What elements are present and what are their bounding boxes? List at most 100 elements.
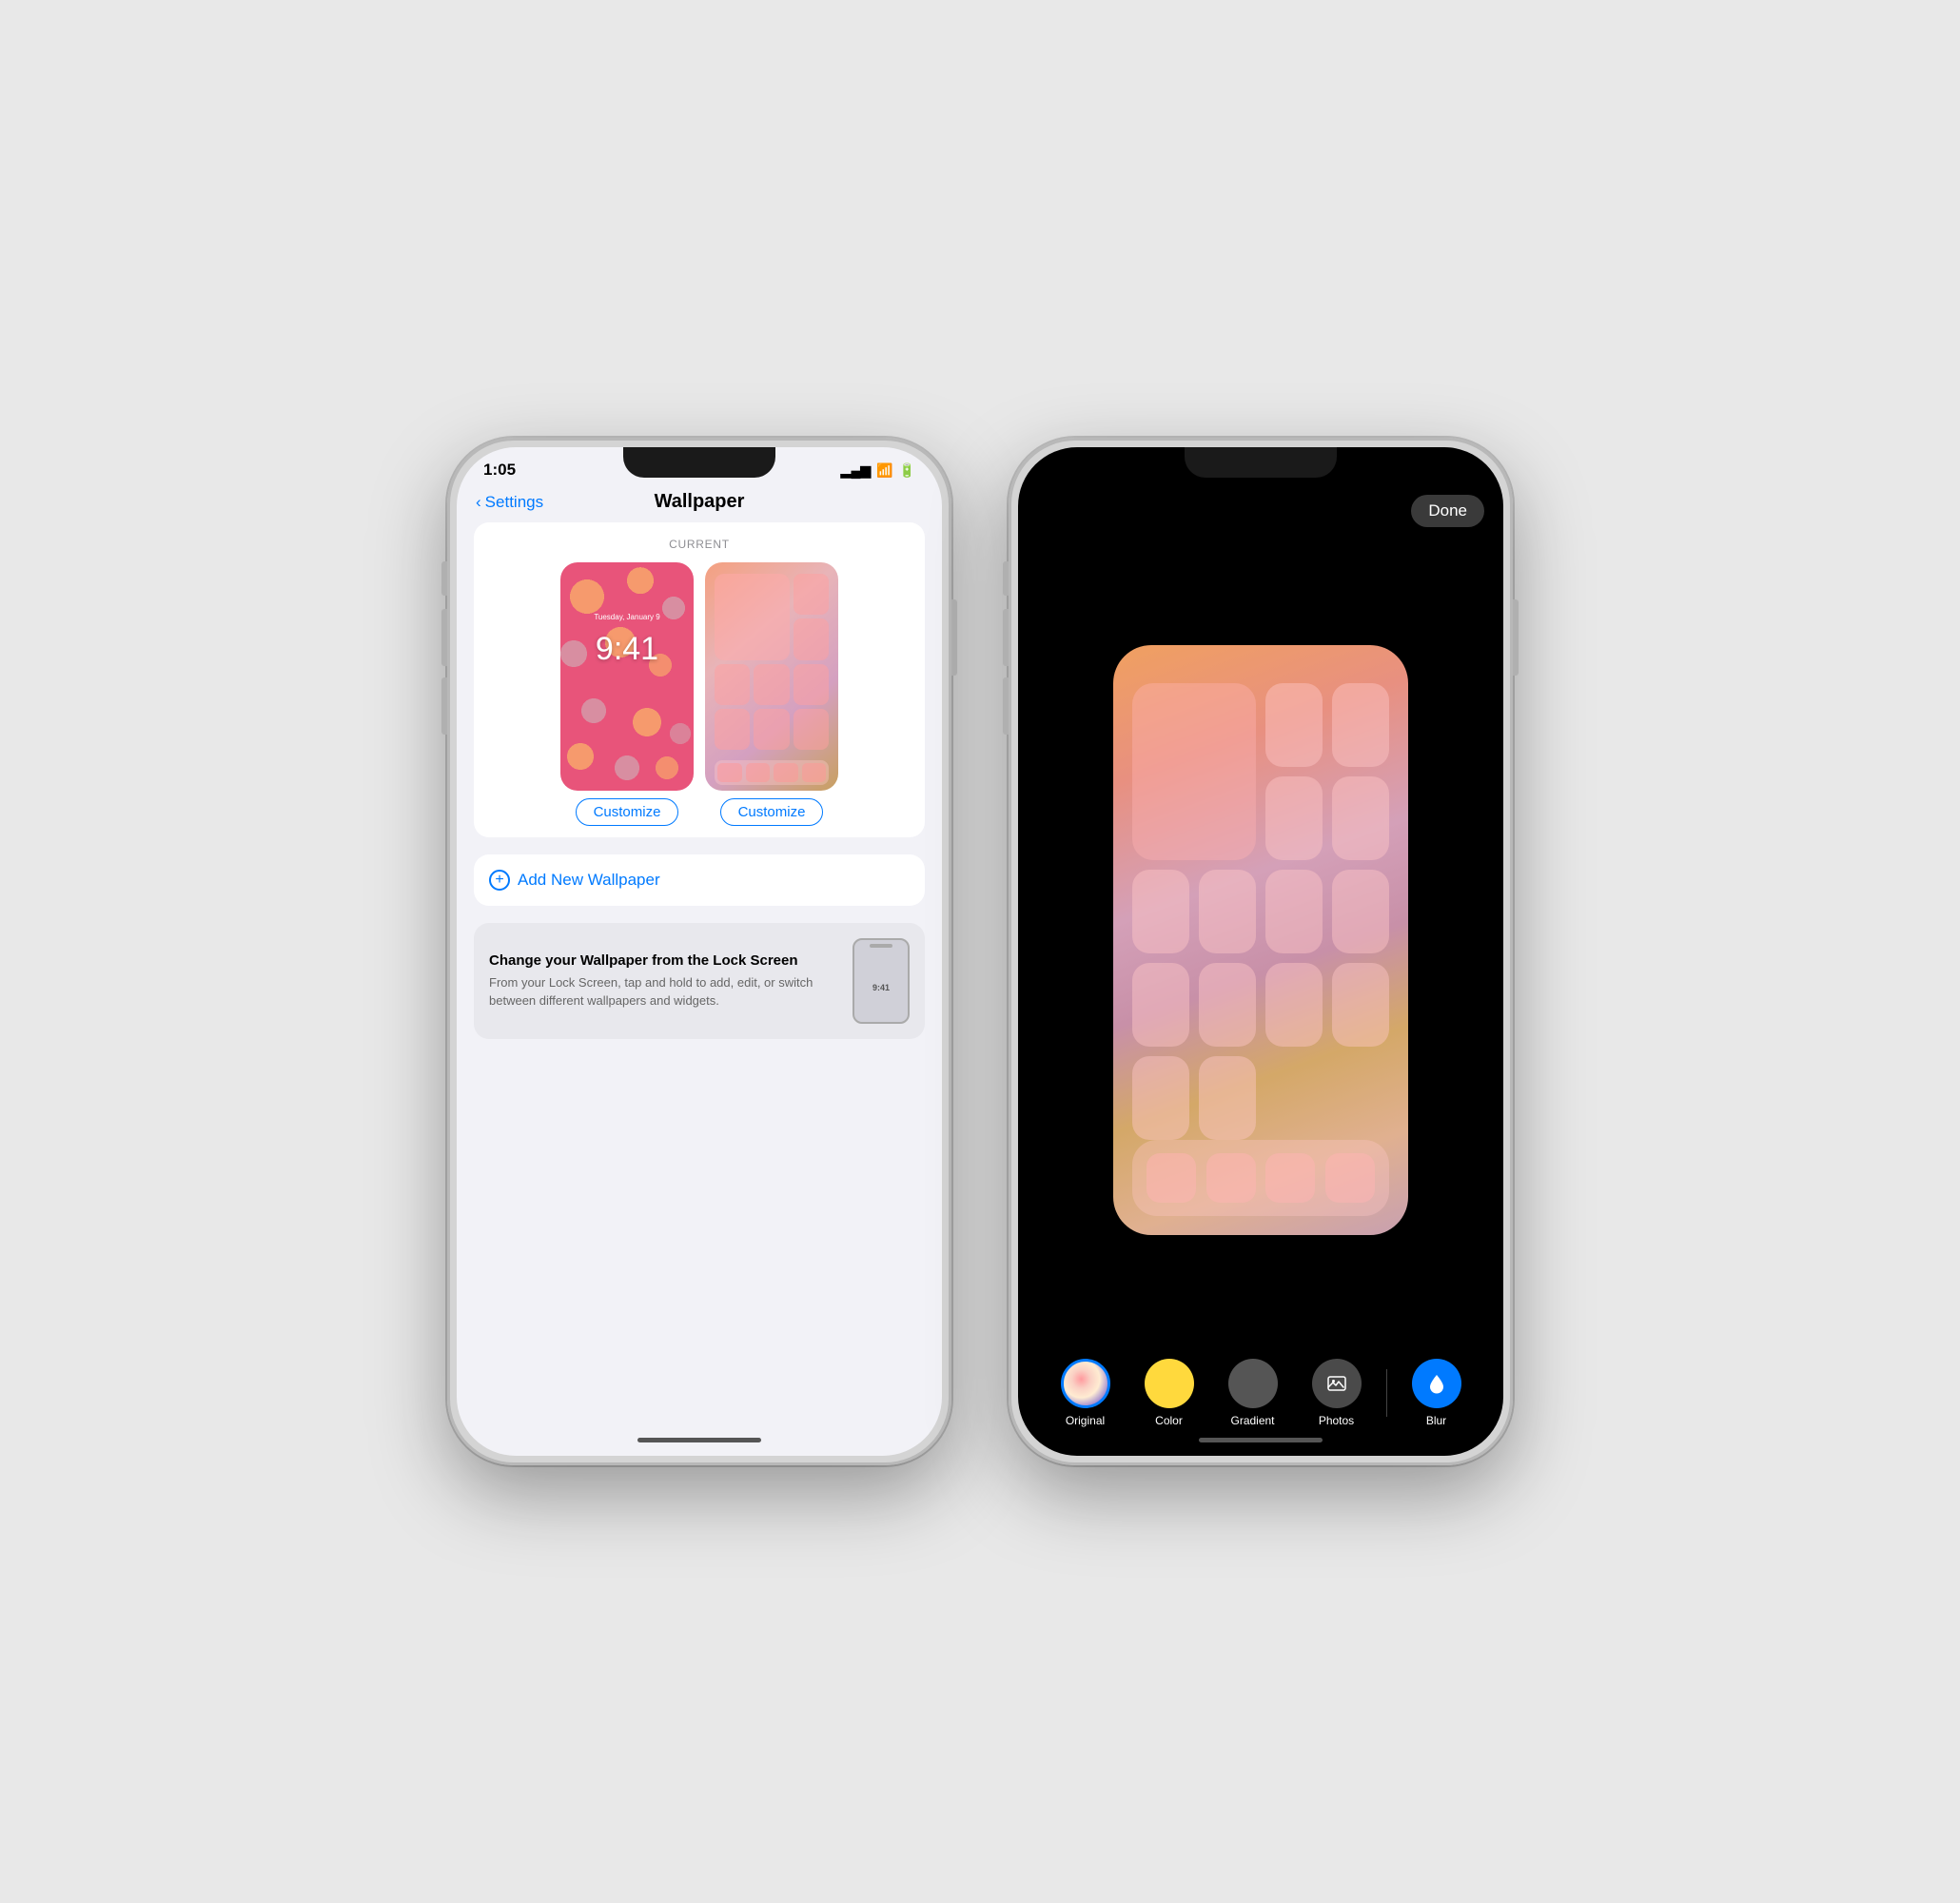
widget-large <box>1132 683 1256 860</box>
home-app-grid <box>711 570 833 757</box>
lock-screen-preview: Tuesday, January 9 9:41 Customize <box>560 562 694 826</box>
right-home-indicator[interactable] <box>1199 1438 1323 1442</box>
right-power-button[interactable] <box>1513 599 1519 676</box>
original-icon <box>1061 1359 1110 1408</box>
color-label: Color <box>1155 1414 1183 1427</box>
current-wallpaper-card: CURRENT Tuesday, January 9 9:41 Customiz… <box>474 522 925 837</box>
app-lg-1 <box>1265 683 1323 767</box>
color-icon <box>1145 1359 1194 1408</box>
photos-icon <box>1312 1359 1362 1408</box>
dock-icon-4 <box>802 763 827 782</box>
wallpaper-preview-area <box>1018 537 1503 1344</box>
toolbar-item-color[interactable]: Color <box>1127 1359 1211 1427</box>
mice-pattern-bg <box>560 562 694 791</box>
wallpaper-previews: Tuesday, January 9 9:41 Customize <box>489 562 910 826</box>
app-lg-5 <box>1132 870 1189 953</box>
phone-preview-frame <box>1113 645 1408 1235</box>
app-lg-3 <box>1265 776 1323 860</box>
app-icon-2 <box>794 618 829 659</box>
current-label: CURRENT <box>489 538 910 551</box>
right-volume-down-button[interactable] <box>1003 677 1009 735</box>
power-button[interactable] <box>951 599 957 676</box>
app-lg-14 <box>1199 1056 1256 1140</box>
app-icon-3 <box>715 664 750 705</box>
add-wallpaper-label: Add New Wallpaper <box>518 871 660 890</box>
wallpaper-content: CURRENT Tuesday, January 9 9:41 Customiz… <box>457 522 942 1039</box>
dock-icon-3 <box>774 763 798 782</box>
blur-label: Blur <box>1426 1414 1446 1427</box>
app-icon-8 <box>794 709 829 750</box>
app-lg-9 <box>1132 963 1189 1047</box>
dock-icon-2 <box>746 763 771 782</box>
dock-lg-4 <box>1325 1153 1375 1203</box>
home-screen-preview: Customize <box>705 562 838 826</box>
info-title: Change your Wallpaper from the Lock Scre… <box>489 952 837 969</box>
back-button[interactable]: ‹ Settings <box>476 493 543 512</box>
home-customize-button[interactable]: Customize <box>720 798 824 826</box>
editor-screen: Done <box>1018 447 1503 1456</box>
info-card: Change your Wallpaper from the Lock Scre… <box>474 923 925 1039</box>
done-button[interactable]: Done <box>1411 495 1484 527</box>
status-time: 1:05 <box>483 461 516 480</box>
gradient-label: Gradient <box>1230 1414 1274 1427</box>
left-phone: 1:05 ▂▄▆ 📶 🔋 ‹ Settings Wallpaper CURREN… <box>447 438 951 1465</box>
back-label: Settings <box>485 493 543 512</box>
info-body: From your Lock Screen, tap and hold to a… <box>489 974 837 1009</box>
app-lg-6 <box>1199 870 1256 953</box>
right-phone: Done <box>1009 438 1513 1465</box>
add-wallpaper-card: + Add New Wallpaper <box>474 854 925 906</box>
toolbar-item-original[interactable]: Original <box>1044 1359 1127 1427</box>
dock-icon-1 <box>717 763 742 782</box>
lock-customize-button[interactable]: Customize <box>576 798 679 826</box>
app-lg-10 <box>1199 963 1256 1047</box>
app-icon-4 <box>754 664 789 705</box>
home-grid-large <box>1132 683 1389 1140</box>
toolbar-item-photos[interactable]: Photos <box>1295 1359 1379 1427</box>
signal-icon: ▂▄▆ <box>841 462 871 479</box>
blur-icon <box>1412 1359 1461 1408</box>
status-icons: ▂▄▆ 📶 🔋 <box>841 462 915 479</box>
right-notch <box>1185 447 1337 478</box>
info-phone-illustration: 9:41 <box>853 938 910 1024</box>
app-lg-8 <box>1332 870 1389 953</box>
app-icon-5 <box>794 664 829 705</box>
home-thumb-content <box>705 562 838 791</box>
lock-time: 9:41 <box>596 631 658 668</box>
info-phone-time: 9:41 <box>872 983 890 992</box>
add-wallpaper-row[interactable]: + Add New Wallpaper <box>474 854 925 906</box>
nav-bar: ‹ Settings Wallpaper <box>457 485 942 522</box>
mute-button[interactable] <box>441 561 447 596</box>
right-volume-up-button[interactable] <box>1003 609 1009 666</box>
dock-large <box>1132 1140 1389 1216</box>
original-label: Original <box>1066 1414 1105 1427</box>
app-icon-1 <box>794 574 829 615</box>
toolbar-item-blur[interactable]: Blur <box>1395 1359 1479 1427</box>
notch <box>623 447 775 478</box>
toolbar-item-gradient[interactable]: Gradient <box>1211 1359 1295 1427</box>
app-icon-6 <box>715 709 750 750</box>
app-lg-13 <box>1132 1056 1189 1140</box>
toolbar-divider <box>1386 1369 1387 1417</box>
home-indicator[interactable] <box>637 1438 761 1442</box>
chevron-left-icon: ‹ <box>476 493 481 512</box>
app-lg-12 <box>1332 963 1389 1047</box>
dock-lg-1 <box>1147 1153 1196 1203</box>
volume-up-button[interactable] <box>441 609 447 666</box>
right-mute-button[interactable] <box>1003 561 1009 596</box>
dock-small <box>715 760 829 785</box>
lock-date: Tuesday, January 9 <box>594 613 659 621</box>
dock-lg-2 <box>1206 1153 1256 1203</box>
add-icon: + <box>489 870 510 891</box>
battery-icon: 🔋 <box>899 462 915 479</box>
app-lg-7 <box>1265 870 1323 953</box>
app-icon-large <box>715 574 790 660</box>
lock-screen-thumb[interactable]: Tuesday, January 9 9:41 <box>560 562 694 791</box>
app-lg-11 <box>1265 963 1323 1047</box>
page-title: Wallpaper <box>655 491 745 513</box>
volume-down-button[interactable] <box>441 677 447 735</box>
wifi-icon: 📶 <box>876 462 892 479</box>
app-lg-4 <box>1332 776 1389 860</box>
dock-lg-3 <box>1265 1153 1315 1203</box>
home-screen-thumb[interactable] <box>705 562 838 791</box>
gradient-icon <box>1228 1359 1278 1408</box>
